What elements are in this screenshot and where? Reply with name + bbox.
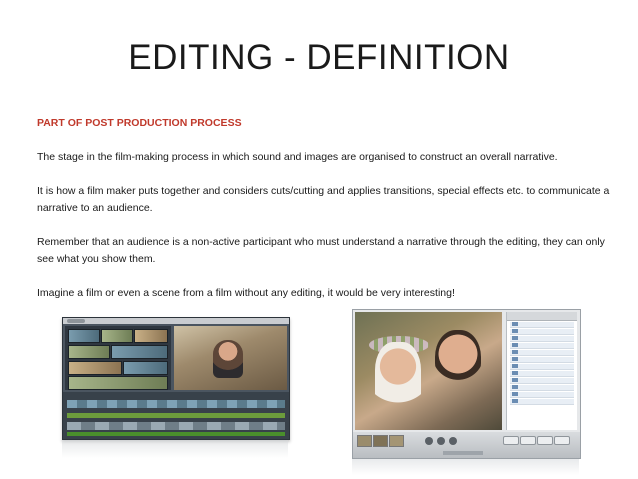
- paragraph-remember: Remember that an audience is a non-activ…: [37, 236, 605, 265]
- toolbar-button: [537, 436, 553, 445]
- screenshot-reflection: [62, 440, 288, 458]
- slide-subheading: PART OF POST PRODUCTION PROCESS: [37, 117, 242, 129]
- wedding-photo: [355, 312, 502, 430]
- paragraph-imagine: Imagine a film or even a scene from a fi…: [37, 287, 455, 299]
- filmstrip-thumbnail: [373, 435, 388, 447]
- toolbar-button: [554, 436, 570, 445]
- filmstrip-thumbnail: [389, 435, 404, 447]
- groom-figure: [435, 330, 481, 390]
- status-bar: [443, 451, 483, 455]
- video-editing-screenshot: [62, 317, 290, 440]
- paragraph-stage: The stage in the film-making process in …: [37, 151, 558, 163]
- paragraph-how: It is how a film maker puts together and…: [37, 185, 610, 214]
- video-track: [67, 422, 285, 430]
- slide-title: EDITING - DEFINITION: [128, 38, 510, 77]
- toolbar-button: [520, 436, 536, 445]
- audio-track: [67, 432, 285, 436]
- bride-figure: [375, 342, 421, 412]
- climber-figure: [213, 340, 243, 378]
- media-list-panel: [506, 312, 577, 430]
- filmstrip-thumbnail: [357, 435, 372, 447]
- rewind-icon: [425, 437, 433, 445]
- screenshot-reflection: [352, 459, 579, 475]
- toolbar-button: [503, 436, 519, 445]
- forward-icon: [449, 437, 457, 445]
- play-icon: [437, 437, 445, 445]
- clip-browser: [65, 326, 171, 390]
- wedding-photo-editing-screenshot: [352, 309, 581, 459]
- slide: EDITING - DEFINITION PART OF POST PRODUC…: [0, 0, 638, 479]
- editor-toolbar: [63, 318, 289, 324]
- video-track: [67, 400, 285, 408]
- panel-tabs: [507, 312, 577, 321]
- audio-track: [67, 413, 285, 418]
